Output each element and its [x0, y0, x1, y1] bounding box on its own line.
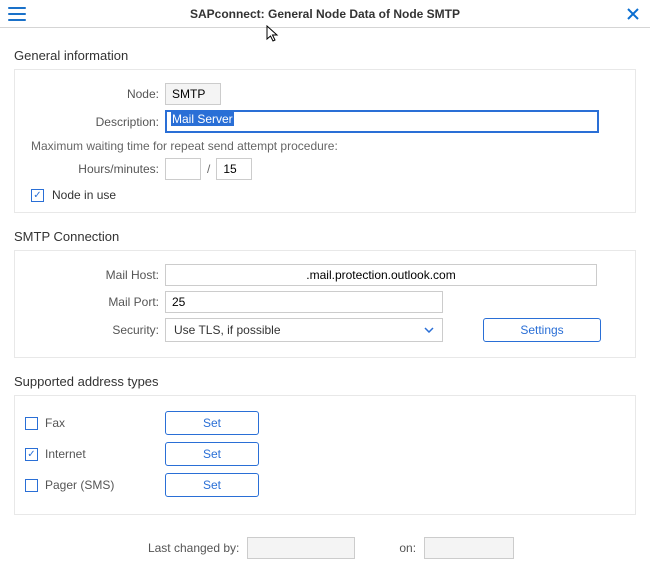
addr-section: ✓ Fax Set ✓ Internet Set ✓ Pager (SMS) S… — [14, 395, 636, 515]
mail-port-label: Mail Port: — [25, 295, 165, 309]
smtp-section: Mail Host: Mail Port: Security: Use TLS,… — [14, 250, 636, 358]
addr-row-fax: ✓ Fax Set — [25, 411, 625, 435]
security-label: Security: — [25, 323, 165, 337]
node-in-use-checkbox[interactable]: ✓ — [31, 189, 44, 202]
repeat-hint: Maximum waiting time for repeat send att… — [31, 139, 625, 153]
last-changed-by-label: Last changed by: — [148, 541, 239, 555]
hours-minutes-label: Hours/minutes: — [25, 162, 165, 176]
general-section: Node: Description: Mail Server Maximum w… — [14, 69, 636, 213]
node-in-use-label: Node in use — [52, 188, 116, 202]
on-field — [424, 537, 514, 559]
time-separator: / — [207, 162, 210, 176]
titlebar: SAPconnect: General Node Data of Node SM… — [0, 0, 650, 28]
node-label: Node: — [25, 87, 165, 101]
mail-host-field[interactable] — [165, 264, 597, 286]
settings-button[interactable]: Settings — [483, 318, 601, 342]
security-select[interactable]: Use TLS, if possible — [165, 318, 443, 342]
description-field[interactable]: Mail Server — [165, 110, 599, 133]
last-changed-by-field — [247, 537, 355, 559]
addr-row-pager: ✓ Pager (SMS) Set — [25, 473, 625, 497]
chevron-down-icon — [424, 324, 434, 336]
description-label: Description: — [25, 115, 165, 129]
node-field — [165, 83, 221, 105]
on-label: on: — [399, 541, 416, 555]
mail-port-field[interactable] — [165, 291, 443, 313]
mail-host-label: Mail Host: — [25, 268, 165, 282]
security-value: Use TLS, if possible — [174, 323, 281, 337]
internet-label: Internet — [45, 447, 165, 461]
pager-set-button[interactable]: Set — [165, 473, 259, 497]
smtp-section-title: SMTP Connection — [14, 229, 636, 244]
window-title: SAPconnect: General Node Data of Node SM… — [26, 7, 624, 21]
fax-set-button[interactable]: Set — [165, 411, 259, 435]
general-section-title: General information — [14, 48, 636, 63]
fax-checkbox[interactable]: ✓ — [25, 417, 38, 430]
pager-label: Pager (SMS) — [45, 478, 165, 492]
internet-set-button[interactable]: Set — [165, 442, 259, 466]
fax-label: Fax — [45, 416, 165, 430]
addr-row-internet: ✓ Internet Set — [25, 442, 625, 466]
menu-icon[interactable] — [8, 5, 26, 23]
minutes-field[interactable] — [216, 158, 252, 180]
description-selection: Mail Server — [171, 112, 234, 126]
close-icon[interactable] — [624, 5, 642, 23]
addr-section-title: Supported address types — [14, 374, 636, 389]
internet-checkbox[interactable]: ✓ — [25, 448, 38, 461]
hours-field[interactable] — [165, 158, 201, 180]
footer-row: Last changed by: on: — [14, 537, 636, 559]
pager-checkbox[interactable]: ✓ — [25, 479, 38, 492]
